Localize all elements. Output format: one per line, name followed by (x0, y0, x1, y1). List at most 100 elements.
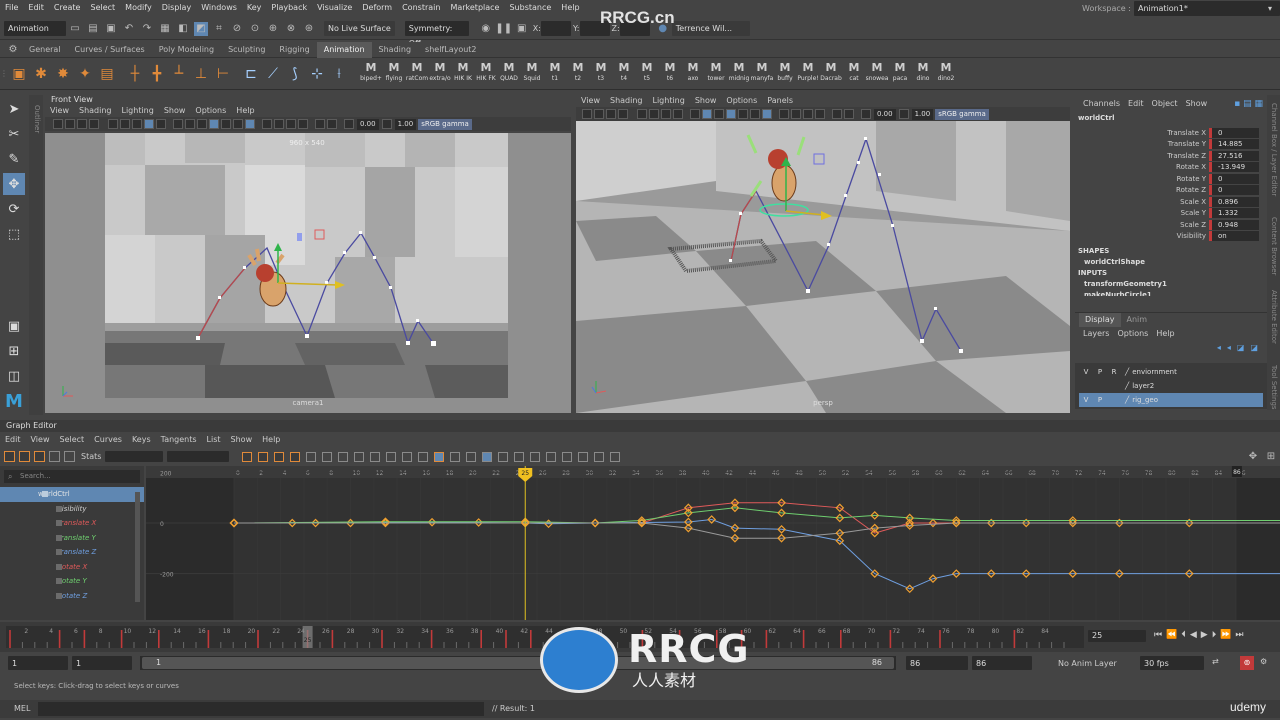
loop-icon[interactable]: ⇄ (1212, 657, 1219, 666)
tab-shading[interactable]: Shading (372, 42, 419, 58)
curve-snap-icon[interactable] (498, 451, 509, 462)
cluster-icon[interactable]: ⟋ (264, 65, 282, 83)
workspace-selector[interactable]: Workspace : Animation1* ▾ (1082, 0, 1280, 16)
range-handle[interactable] (142, 657, 894, 669)
pre-infinity-icon[interactable] (514, 451, 525, 462)
menu-deform[interactable]: Deform (357, 0, 397, 16)
shelf-button-1[interactable]: Mflying (383, 61, 405, 87)
ge-menu-help[interactable]: Help (257, 433, 285, 447)
lattice-deform-keys-icon[interactable] (34, 451, 45, 462)
layer-color-icon[interactable]: ╱ (1125, 396, 1129, 404)
auto-tangent-icon[interactable] (242, 451, 253, 462)
anti-alias-icon[interactable] (286, 119, 296, 129)
lights-icon[interactable] (738, 109, 748, 119)
free-tangent-weight-icon[interactable] (386, 451, 397, 462)
cb-attribute-row[interactable]: Rotate Z0 (1075, 185, 1267, 197)
playblast-icon[interactable]: ▤ (98, 65, 116, 83)
layer-toggle-p[interactable]: P (1093, 396, 1107, 404)
cb-menu-edit[interactable]: Edit (1124, 95, 1148, 113)
tab-shelflayout2[interactable]: shelfLayout2 (418, 42, 483, 58)
cb-input-item[interactable]: transformGeometry1 (1078, 279, 1267, 290)
shelf-button-2[interactable]: MratCom (406, 61, 428, 87)
clamped-tangent-icon[interactable] (274, 451, 285, 462)
shelf-button-19[interactable]: M Purple! (797, 61, 819, 87)
channel-list-scrollbar[interactable] (135, 492, 140, 602)
ge-menu-select[interactable]: Select (54, 433, 89, 447)
shelf-button-3[interactable]: Mextra/o (429, 61, 451, 87)
select-tool-icon[interactable]: ➤ (3, 98, 25, 120)
shelf-button-6[interactable]: M QUAD (498, 61, 520, 87)
cb-shape-name[interactable]: worldCtrlShape (1078, 257, 1267, 268)
tab-display[interactable]: Display (1079, 313, 1121, 327)
undo-icon[interactable]: ↶ (122, 22, 136, 36)
paint-select-icon[interactable]: ✎ (3, 148, 25, 170)
front-menu-lighting[interactable]: Lighting (116, 105, 158, 117)
depth-of-field-icon[interactable] (815, 109, 825, 119)
lattice-icon[interactable]: ⊏ (242, 65, 260, 83)
shelf-button-24[interactable]: Mdino (912, 61, 934, 87)
snap-surface-icon[interactable]: ⊕ (266, 22, 280, 36)
coord-z-field[interactable] (619, 21, 650, 36)
camera-icon[interactable]: ▣ (515, 22, 529, 36)
cb-attribute-row[interactable]: Visibility on (1075, 231, 1267, 243)
xray-joints-icon[interactable] (844, 109, 854, 119)
playback-end-field[interactable]: 86 (906, 656, 968, 670)
channel-search-field[interactable]: Search... (4, 470, 140, 483)
image-plane-icon[interactable] (618, 109, 628, 119)
current-frame-field[interactable]: 25 (1088, 630, 1146, 642)
smooth-shade-icon[interactable] (702, 109, 712, 119)
layer-move-down-icon[interactable]: ◂ (1227, 343, 1231, 352)
scale-tool-icon[interactable]: ⬚ (3, 223, 25, 245)
shelf-button-12[interactable]: Mt5 (636, 61, 658, 87)
menu-display[interactable]: Display (157, 0, 197, 16)
layer-row[interactable]: ╱ layer2 (1079, 379, 1263, 393)
cb-attribute-value[interactable]: 14.885 (1209, 139, 1259, 150)
ambient-occlusion-icon[interactable] (262, 119, 272, 129)
scene-start-field[interactable]: 1 (8, 656, 68, 670)
new-layer-icon[interactable]: ◪ (1237, 343, 1245, 352)
film-gate-icon[interactable] (649, 109, 659, 119)
bookmark-icon[interactable] (77, 119, 87, 129)
front-viewport[interactable]: 960 x 540 camera1 (45, 133, 571, 413)
select-object-icon[interactable]: ◧ (176, 22, 190, 36)
shelf-button-22[interactable]: Msnowea (866, 61, 889, 87)
shelf-button-17[interactable]: Mmanyfa (751, 61, 774, 87)
layer-toggle-v[interactable]: V (1079, 368, 1093, 376)
shelf-button-23[interactable]: Mpaca (889, 61, 911, 87)
playback-start-field[interactable]: 1 (72, 656, 132, 670)
post-infinity-icon[interactable] (530, 451, 541, 462)
cb-attribute-value[interactable]: 0 (1209, 173, 1259, 184)
menu-windows[interactable]: Windows (196, 0, 242, 16)
smooth-shade-icon[interactable] (185, 119, 195, 129)
menu-playback[interactable]: Playback (266, 0, 312, 16)
cb-menu-object[interactable]: Object (1148, 95, 1182, 113)
shelf-button-16[interactable]: Mmidnig (728, 61, 750, 87)
shelf-button-8[interactable]: Mt1 (544, 61, 566, 87)
front-menu-shading[interactable]: Shading (74, 105, 117, 117)
stats-value-field[interactable] (167, 451, 230, 462)
shelf-button-21[interactable]: Mcat (843, 61, 865, 87)
textured-icon[interactable] (209, 119, 219, 129)
default-material-icon[interactable] (197, 119, 207, 129)
layer-row[interactable]: V P R ╱ enviornment (1079, 365, 1263, 379)
break-tangent-icon[interactable] (354, 451, 365, 462)
field-chart-icon[interactable] (156, 119, 166, 129)
symmetry-dropdown[interactable]: Symmetry: Off (404, 21, 469, 48)
camera-attributes-icon[interactable] (594, 109, 604, 119)
magnet-icon[interactable]: ⊛ (302, 22, 316, 36)
layer-toggle-v[interactable]: V (1079, 396, 1093, 404)
menu-constrain[interactable]: Constrain (397, 0, 445, 16)
xray-icon[interactable] (762, 109, 772, 119)
layer-toggle-p[interactable]: P (1093, 368, 1107, 376)
shelf-settings-icon[interactable]: ⚙ (6, 43, 20, 57)
cb-attribute-row[interactable]: Translate X0 (1075, 127, 1267, 139)
breakdown-icon[interactable]: ✦ (76, 65, 94, 83)
channel-row[interactable]: Rotate Y (0, 574, 144, 589)
tab-curves-surfaces[interactable]: Curves / Surfaces (68, 42, 152, 58)
move-tool-icon[interactable]: ✥ (3, 173, 25, 195)
isolate-select-icon[interactable] (832, 109, 842, 119)
lasso-tool-icon[interactable]: ✂ (3, 123, 25, 145)
ik-spline-icon[interactable]: ┴ (170, 65, 188, 83)
menu-edit[interactable]: Edit (23, 0, 49, 16)
channel-row[interactable]: Rotate X (0, 560, 144, 575)
